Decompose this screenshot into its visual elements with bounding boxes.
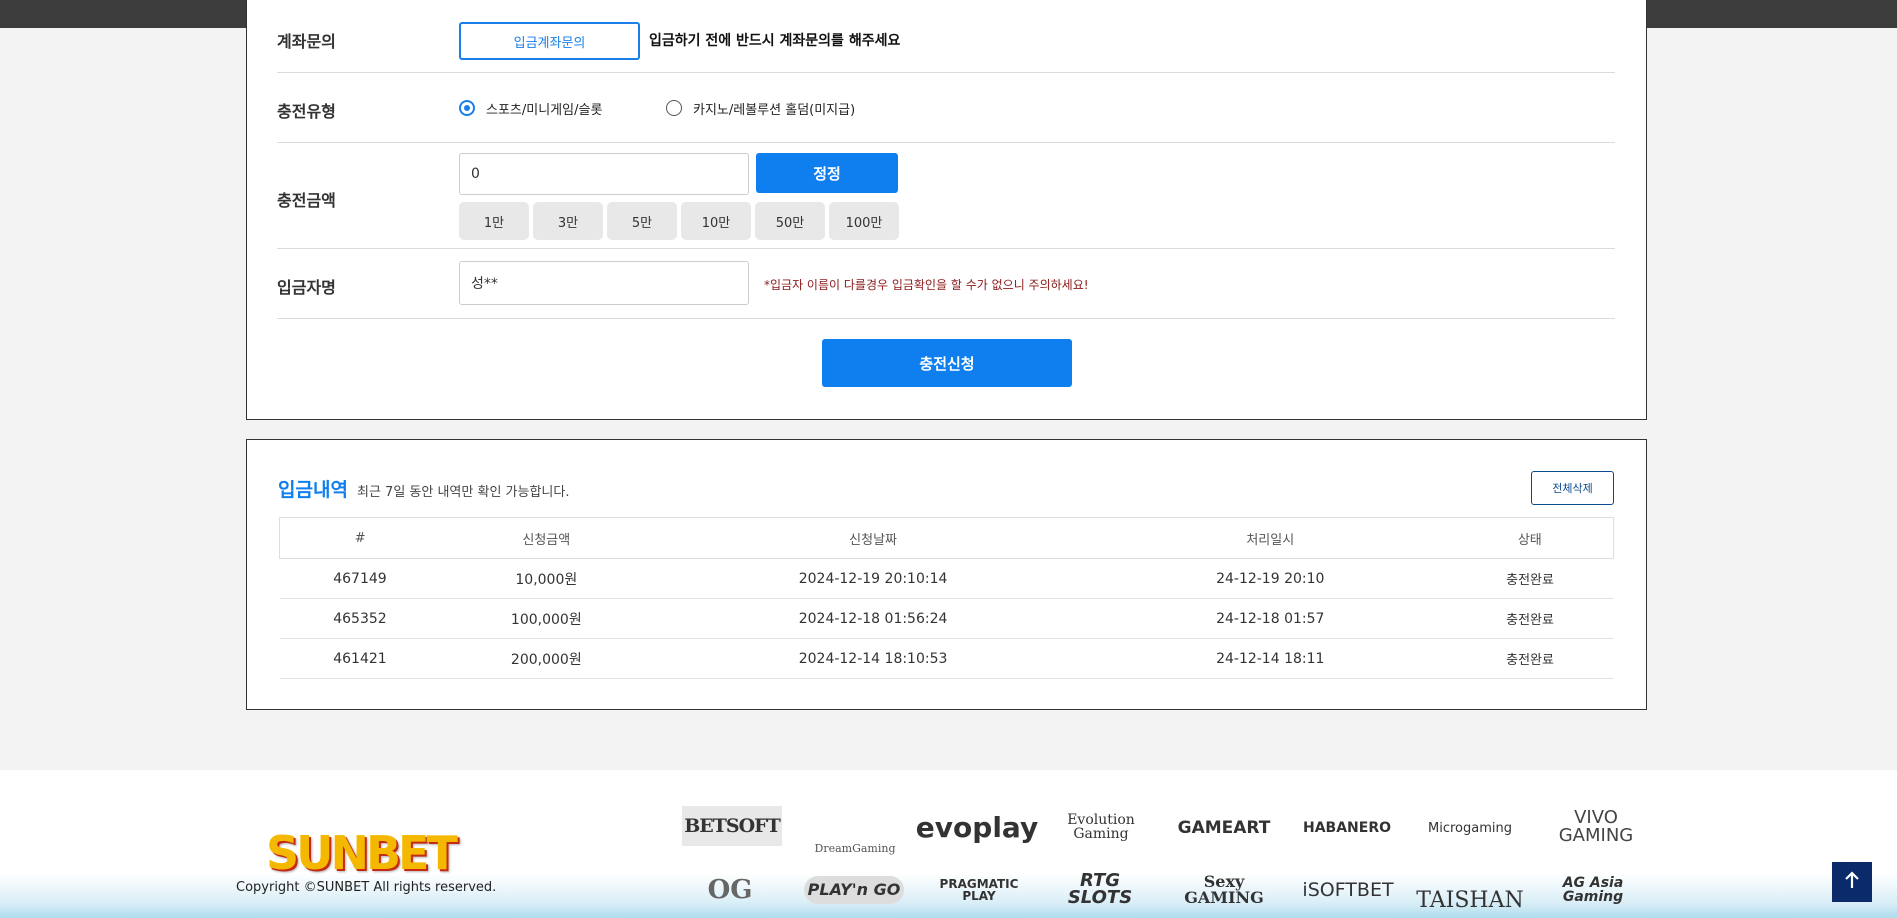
row-requested: 2024-12-18 01:56:24 [652,598,1094,639]
provider-logo-ag-asia-gaming: AG Asia Gaming [1562,875,1624,905]
scroll-top-button[interactable] [1832,862,1872,902]
provider-logo-evolution: Evolution Gaming [1067,812,1135,842]
quick-amount-1man-button[interactable]: 1만 [459,202,529,240]
row-amount: 100,000원 [440,598,653,639]
provider-logo-gameart: GAMEART [1177,817,1271,838]
provider-logo-betsoft: BETSOFT [682,806,782,846]
col-header-number: # [279,517,441,559]
history-title: 입금내역 [278,479,348,501]
provider-logo-playngo: PLAY'n GO [804,876,904,904]
provider-logo-evoplay: evoplay [915,811,1039,844]
row-amount: 10,000원 [440,558,653,599]
reset-amount-button[interactable]: 정정 [756,153,898,193]
quick-amount-100man-button[interactable]: 100만 [829,202,899,240]
submit-charge-button[interactable]: 충전신청 [822,339,1072,387]
account-inquiry-notice: 입금하기 전에 반드시 계좌문의를 해주세요 [649,33,901,49]
provider-logo-dreamgaming: DreamGaming [814,842,896,855]
quick-amount-3man-button[interactable]: 3만 [533,202,603,240]
quick-amount-buttons: 1만 3만 5만 10만 50만 100만 [459,202,899,240]
account-inquiry-button[interactable]: 입금계좌문의 [459,22,640,60]
row-status: 충전완료 [1446,638,1614,679]
row-processed: 24-12-18 01:57 [1093,598,1447,639]
depositor-label: 입금자명 [277,278,336,297]
arrow-up-icon [1844,870,1860,894]
col-header-amount: 신청금액 [440,517,653,559]
table-row: 461421 200,000원 2024-12-14 18:10:53 24-1… [279,638,1614,679]
history-subtitle: 최근 7일 동안 내역만 확인 가능합니다. [357,485,570,500]
row-processed: 24-12-19 20:10 [1093,558,1447,599]
table-row: 465352 100,000원 2024-12-18 01:56:24 24-1… [279,598,1614,639]
row-id: 467149 [279,558,441,599]
provider-logo-habanero: HABANERO [1302,820,1392,836]
quick-amount-5man-button[interactable]: 5만 [607,202,677,240]
provider-logo-microgaming: Microgaming [1428,820,1512,836]
depositor-input[interactable]: 성** [459,261,749,305]
depositor-warning: *입금자 이름이 다를경우 입금확인을 할 수가 없으니 주의하세요! [764,278,1089,292]
deposit-history-panel: 입금내역 최근 7일 동안 내역만 확인 가능합니다. 전체삭제 # 신청금액 … [246,439,1647,710]
account-inquiry-row: 계좌문의 입금계좌문의 입금하기 전에 반드시 계좌문의를 해주세요 [277,0,1615,73]
charge-type-label: 충전유형 [277,102,336,121]
footer: SUNBET Copyright ©SUNBET All rights rese… [0,770,1897,918]
charge-type-radio-casino[interactable] [666,100,682,116]
row-requested: 2024-12-14 18:10:53 [652,638,1094,679]
account-inquiry-label: 계좌문의 [277,32,336,51]
charge-amount-label: 충전금액 [277,191,336,210]
row-id: 461421 [279,638,441,679]
depositor-row: 입금자명 성** *입금자 이름이 다를경우 입금확인을 할 수가 없으니 주의… [277,249,1615,319]
charge-type-radio-sports[interactable] [459,100,475,116]
provider-logo-sexy-gaming: Sexy GAMING [1184,872,1264,907]
row-status: 충전완료 [1446,558,1614,599]
charge-type-option-casino[interactable]: 카지노/레볼루션 홀덤(미지급) [693,99,855,118]
col-header-requested: 신청날짜 [652,517,1094,559]
col-header-processed: 처리일시 [1093,517,1447,559]
charge-type-row: 충전유형 스포츠/미니게임/슬롯 카지노/레볼루션 홀덤(미지급) [277,73,1615,143]
delete-all-button[interactable]: 전체삭제 [1531,471,1614,505]
charge-form-panel: 계좌문의 입금계좌문의 입금하기 전에 반드시 계좌문의를 해주세요 충전유형 … [246,0,1647,420]
quick-amount-50man-button[interactable]: 50만 [755,202,825,240]
provider-logo-rtg: RTG SLOTS [1067,869,1133,908]
quick-amount-10man-button[interactable]: 10만 [681,202,751,240]
provider-logo-vivo: VIVO GAMING [1558,807,1634,846]
provider-logo-taishan: TAISHAN [1416,888,1524,913]
row-id: 465352 [279,598,441,639]
row-processed: 24-12-14 18:11 [1093,638,1447,679]
provider-logo-og: OG [707,875,753,905]
provider-logo-pragmatic: PRAGMATIC PLAY [939,877,1019,903]
charge-type-option-sports[interactable]: 스포츠/미니게임/슬롯 [486,99,602,118]
charge-amount-row: 충전금액 0 정정 1만 3만 5만 10만 50만 100만 [277,143,1615,249]
col-header-status: 상태 [1446,517,1614,559]
history-table: # 신청금액 신청날짜 처리일시 상태 467149 10,000원 2024-… [279,517,1614,679]
copyright-text: Copyright ©SUNBET All rights reserved. [236,880,497,895]
table-row: 467149 10,000원 2024-12-19 20:10:14 24-12… [279,558,1614,599]
sunbet-logo[interactable]: SUNBET [266,826,458,880]
row-requested: 2024-12-19 20:10:14 [652,558,1094,599]
row-status: 충전완료 [1446,598,1614,639]
provider-logo-isoftbet: iSOFTBET [1302,878,1394,901]
row-amount: 200,000원 [440,638,653,679]
charge-amount-input[interactable]: 0 [459,153,749,195]
history-header-row: # 신청금액 신청날짜 처리일시 상태 [279,517,1614,559]
